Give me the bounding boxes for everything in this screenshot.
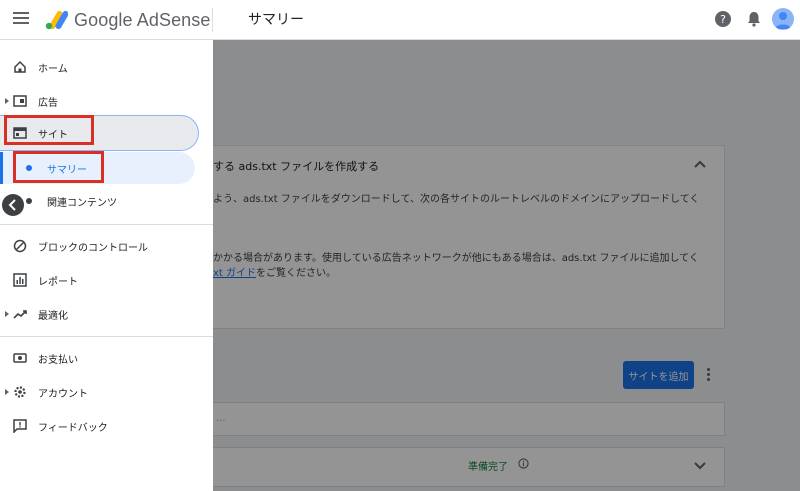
help-icon[interactable]: ? [714, 10, 732, 28]
expand-caret-icon [5, 98, 9, 104]
page-title: サマリー [248, 12, 304, 28]
account-avatar[interactable] [772, 8, 794, 30]
brand-name: Google AdSense [74, 9, 211, 30]
sidebar-item-feedback[interactable]: フィードバック [0, 411, 213, 441]
feedback-icon [13, 419, 27, 433]
ad-icon [13, 95, 27, 107]
adsense-logo[interactable]: Google AdSense [44, 8, 211, 32]
expand-caret-icon [5, 389, 9, 395]
sidebar-item-reports[interactable]: レポート [0, 265, 213, 295]
person-icon [775, 12, 791, 29]
sidebar-item-ads[interactable]: 広告 [0, 86, 213, 116]
highlight-box-summary [13, 151, 104, 183]
notifications-bell-icon[interactable] [745, 10, 763, 28]
expand-caret-icon [5, 311, 9, 317]
top-app-bar: Google AdSense サマリー ? [0, 0, 800, 40]
bullet-icon [26, 198, 32, 204]
navigation-drawer: ホーム 広告 サイト サマリー 関連コンテンツ ブロックのコントロール レポート [0, 40, 213, 491]
menu-icon[interactable] [13, 12, 29, 26]
sidebar-item-optimization[interactable]: 最適化 [0, 299, 213, 329]
sidebar-item-related-content[interactable]: 関連コンテンツ [0, 186, 213, 216]
header-divider [212, 8, 213, 32]
collapse-drawer-button[interactable] [2, 194, 24, 216]
trending-up-icon [13, 310, 27, 319]
sidebar-item-payments[interactable]: お支払い [0, 343, 213, 373]
sidebar-divider [0, 336, 213, 337]
report-icon [13, 273, 27, 287]
payment-icon [13, 353, 27, 363]
scrim-overlay[interactable] [213, 40, 800, 491]
adsense-logo-mark-icon [45, 10, 68, 30]
chevron-left-icon [8, 199, 16, 211]
sidebar-divider [0, 224, 213, 225]
gear-icon [14, 386, 26, 398]
sidebar-item-account[interactable]: アカウント [0, 377, 213, 407]
svg-text:?: ? [720, 13, 726, 26]
block-icon [13, 239, 27, 253]
sidebar-item-home[interactable]: ホーム [0, 52, 213, 82]
highlight-box-sites [4, 115, 94, 145]
sidebar-item-block-controls[interactable]: ブロックのコントロール [0, 231, 213, 261]
home-icon [14, 60, 26, 73]
